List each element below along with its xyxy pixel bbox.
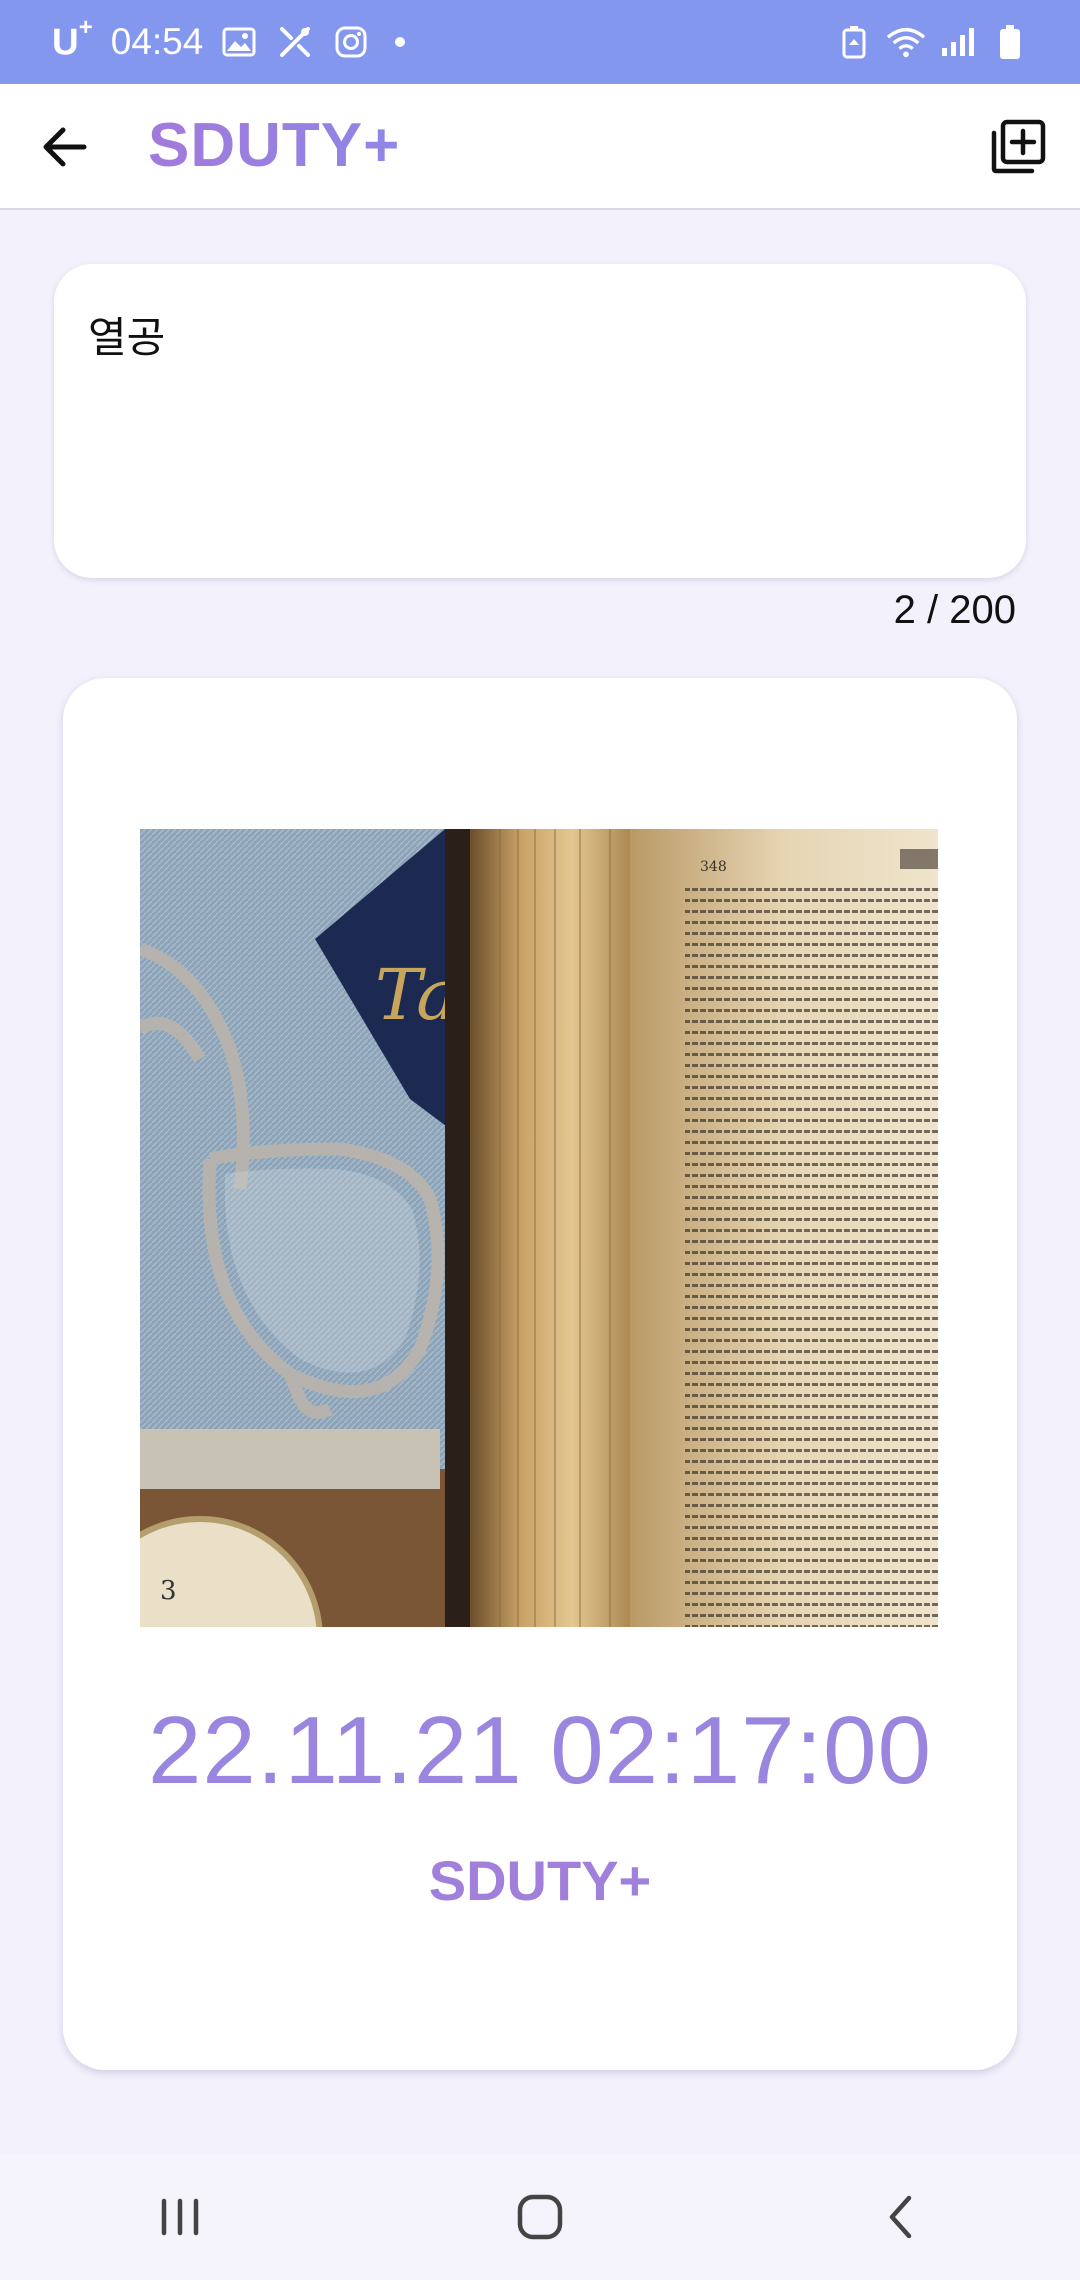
status-time: 04:54 bbox=[110, 20, 204, 62]
app-bar: SDUTY+ bbox=[0, 84, 1080, 210]
home-icon bbox=[517, 2194, 563, 2240]
svg-text:348: 348 bbox=[700, 859, 727, 875]
system-nav-bar bbox=[0, 2154, 1080, 2280]
memo-input[interactable]: 열공 bbox=[54, 264, 1026, 578]
instagram-icon bbox=[331, 22, 371, 62]
card-datetime: 22.11.21 02:17:00 bbox=[148, 1697, 932, 1804]
app-screen: U+ 04:54 SDUTY+ 열공 2 / 200 Ta 3 348 22.1… bbox=[0, 0, 1080, 2280]
signal-icon bbox=[938, 22, 978, 62]
battery-icon bbox=[990, 22, 1030, 62]
character-counter: 2 / 200 bbox=[893, 588, 1016, 632]
wifi-icon bbox=[886, 22, 926, 62]
recents-icon bbox=[161, 2198, 199, 2236]
battery-saver-icon bbox=[834, 22, 874, 62]
notification-dot bbox=[395, 36, 406, 47]
status-bar-right bbox=[834, 22, 1030, 62]
study-card: Ta 3 348 22.11.21 02:17:00 SDUTY+ bbox=[63, 678, 1017, 2070]
tools-icon bbox=[275, 22, 315, 62]
status-bar: U+ 04:54 bbox=[0, 0, 1080, 84]
app-title: SDUTY+ bbox=[148, 111, 401, 180]
gallery-icon bbox=[219, 22, 259, 62]
arrow-back-icon bbox=[43, 127, 87, 167]
back-button[interactable] bbox=[34, 117, 94, 177]
memo-input-value: 열공 bbox=[88, 313, 166, 362]
back-icon bbox=[889, 2195, 912, 2239]
study-photo: Ta 3 348 bbox=[140, 829, 938, 1627]
recents-button[interactable] bbox=[120, 2167, 240, 2267]
carrier-label: U+ bbox=[52, 14, 93, 63]
status-bar-left: U+ 04:54 bbox=[52, 14, 834, 63]
card-brand: SDUTY+ bbox=[428, 1849, 652, 1912]
home-button[interactable] bbox=[480, 2167, 600, 2267]
nav-back-button[interactable] bbox=[840, 2167, 960, 2267]
add-button[interactable] bbox=[986, 115, 1050, 179]
add-box-icon bbox=[991, 119, 1046, 174]
svg-text:3: 3 bbox=[160, 1576, 177, 1606]
